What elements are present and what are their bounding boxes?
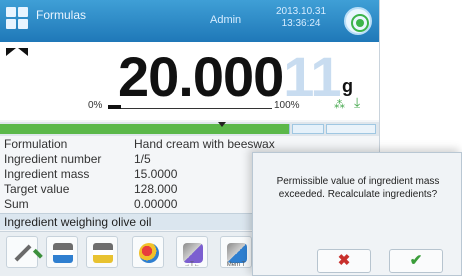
tolerance-segment <box>292 124 324 134</box>
date: 2013.10.31 <box>276 6 327 17</box>
weight-unit[interactable]: g <box>342 76 353 97</box>
recalculate-dialog: Permissible value of ingredient mass exc… <box>252 152 462 276</box>
time: 13:36:24 <box>281 18 321 29</box>
tare-memory-icon[interactable]: Mem T <box>220 236 252 268</box>
info-label: Target value <box>4 182 70 196</box>
ingredient-alt-icon[interactable] <box>86 236 118 268</box>
info-value: Hand cream with beeswax <box>134 137 275 151</box>
tolerance-segment <box>326 124 376 134</box>
weight-faded-digits: 11 <box>283 45 341 108</box>
weight-value: 20.000 <box>118 45 284 108</box>
formula-mix-icon[interactable] <box>132 236 164 268</box>
header-bar: Formulas Admin 2013.10.31 13:36:24 <box>0 0 379 42</box>
range-max-label: 100% <box>274 100 300 111</box>
tool-glyph <box>14 244 32 262</box>
tool-caption: Mem T <box>226 262 246 268</box>
tool-glyph <box>139 243 159 263</box>
user-name: Admin <box>210 14 242 26</box>
tool-glyph <box>227 243 247 263</box>
ingredient-icon[interactable] <box>46 236 78 268</box>
tool-glyph <box>93 243 113 263</box>
tool-glyph <box>53 243 73 263</box>
stability-status-icon[interactable] <box>344 7 372 35</box>
range-bar <box>108 105 272 109</box>
info-label: Formulation <box>4 137 68 151</box>
info-row: Formulation Hand cream with beeswax <box>0 137 379 152</box>
tolerance-marker-icon <box>218 122 226 127</box>
weighing-display: 20.00011 g 0% 100% ⁂ ⤓ <box>0 42 379 120</box>
info-label: Ingredient mass <box>4 167 90 181</box>
settings-wrench-icon[interactable] <box>6 236 38 268</box>
tolerance-green-segment <box>0 124 290 134</box>
date-time: 2013.10.31 13:36:24 <box>276 6 326 30</box>
app-title: Formulas <box>36 8 87 22</box>
tare-icon[interactable]: →T← <box>176 236 208 268</box>
range-bar-fill <box>108 105 122 109</box>
confirm-button[interactable]: ✔ <box>389 249 443 273</box>
tool-caption: →T← <box>184 262 200 268</box>
info-label: Sum <box>4 197 29 211</box>
range-min-label: 0% <box>88 100 103 111</box>
down-arrow-icon: ⤓ <box>354 94 361 110</box>
menu-grid-icon[interactable] <box>6 7 28 29</box>
dialog-message: Permissible value of ingredient mass exc… <box>276 176 440 200</box>
cancel-button[interactable]: ✖ <box>317 249 371 273</box>
level-dots-icon: ⁂ <box>334 99 345 111</box>
info-label: Ingredient number <box>4 152 102 166</box>
stability-indicator-icon <box>6 48 28 58</box>
tool-glyph <box>183 243 203 263</box>
tolerance-bar <box>0 122 379 136</box>
weight-reading: 20.00011 <box>118 44 341 109</box>
